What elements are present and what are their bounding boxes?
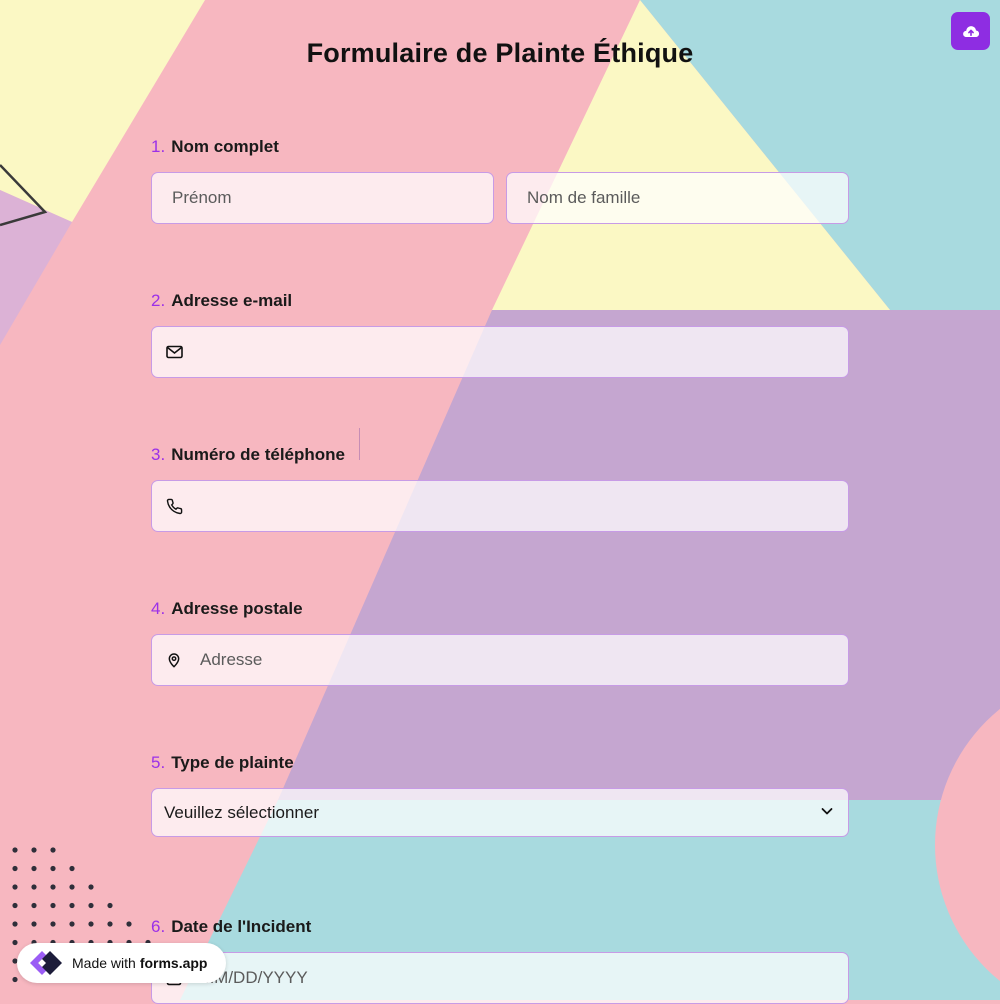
incident-date-field[interactable]: MM/DD/YYYY (151, 952, 849, 1004)
phone-field[interactable] (151, 480, 849, 532)
text-cursor (359, 428, 360, 460)
last-name-input[interactable]: Nom de famille (506, 172, 849, 224)
chevron-down-icon (821, 808, 833, 815)
complaint-type-select[interactable]: Veuillez sélectionner (151, 788, 849, 837)
map-pin-icon (165, 651, 183, 669)
question-text: Date de l'Incident (171, 917, 312, 936)
question-text: Adresse e-mail (171, 291, 293, 310)
phone-icon (165, 497, 183, 515)
question-1-label: 1. Nom complet (151, 137, 279, 157)
made-with-badge[interactable]: Made with forms.app (17, 943, 226, 983)
question-6-label: 6. Date de l'Incident (151, 917, 311, 937)
question-4-label: 4. Adresse postale (151, 599, 303, 619)
email-field[interactable] (151, 326, 849, 378)
question-2-label: 2. Adresse e-mail (151, 291, 292, 311)
question-text: Numéro de téléphone (171, 445, 345, 464)
forms-app-logo-icon (30, 951, 62, 975)
last-name-placeholder: Nom de famille (527, 188, 641, 207)
question-5-label: 5. Type de plainte (151, 753, 294, 773)
question-number: 3. (151, 445, 166, 464)
question-text: Adresse postale (171, 599, 303, 618)
question-number: 5. (151, 753, 166, 772)
question-number: 6. (151, 917, 166, 936)
question-text: Nom complet (171, 137, 279, 156)
question-3-label: 3. Numéro de téléphone (151, 445, 345, 465)
question-number: 1. (151, 137, 166, 156)
question-number: 2. (151, 291, 166, 310)
mail-icon (165, 343, 183, 361)
select-value: Veuillez sélectionner (164, 802, 319, 822)
page-title: Formulaire de Plainte Éthique (306, 38, 694, 68)
cloud-upload-icon (962, 26, 979, 37)
question-text: Type de plainte (171, 753, 294, 772)
question-number: 4. (151, 599, 166, 618)
first-name-input[interactable]: Prénom (151, 172, 494, 224)
brand-name: forms.app (139, 955, 208, 971)
first-name-placeholder: Prénom (172, 188, 232, 207)
made-with-text: Made with (72, 955, 136, 971)
form-page: Formulaire de Plainte Éthique 1. Nom comp… (0, 0, 1000, 1004)
address-placeholder: Adresse (200, 650, 263, 669)
address-field[interactable]: Adresse (151, 634, 849, 686)
